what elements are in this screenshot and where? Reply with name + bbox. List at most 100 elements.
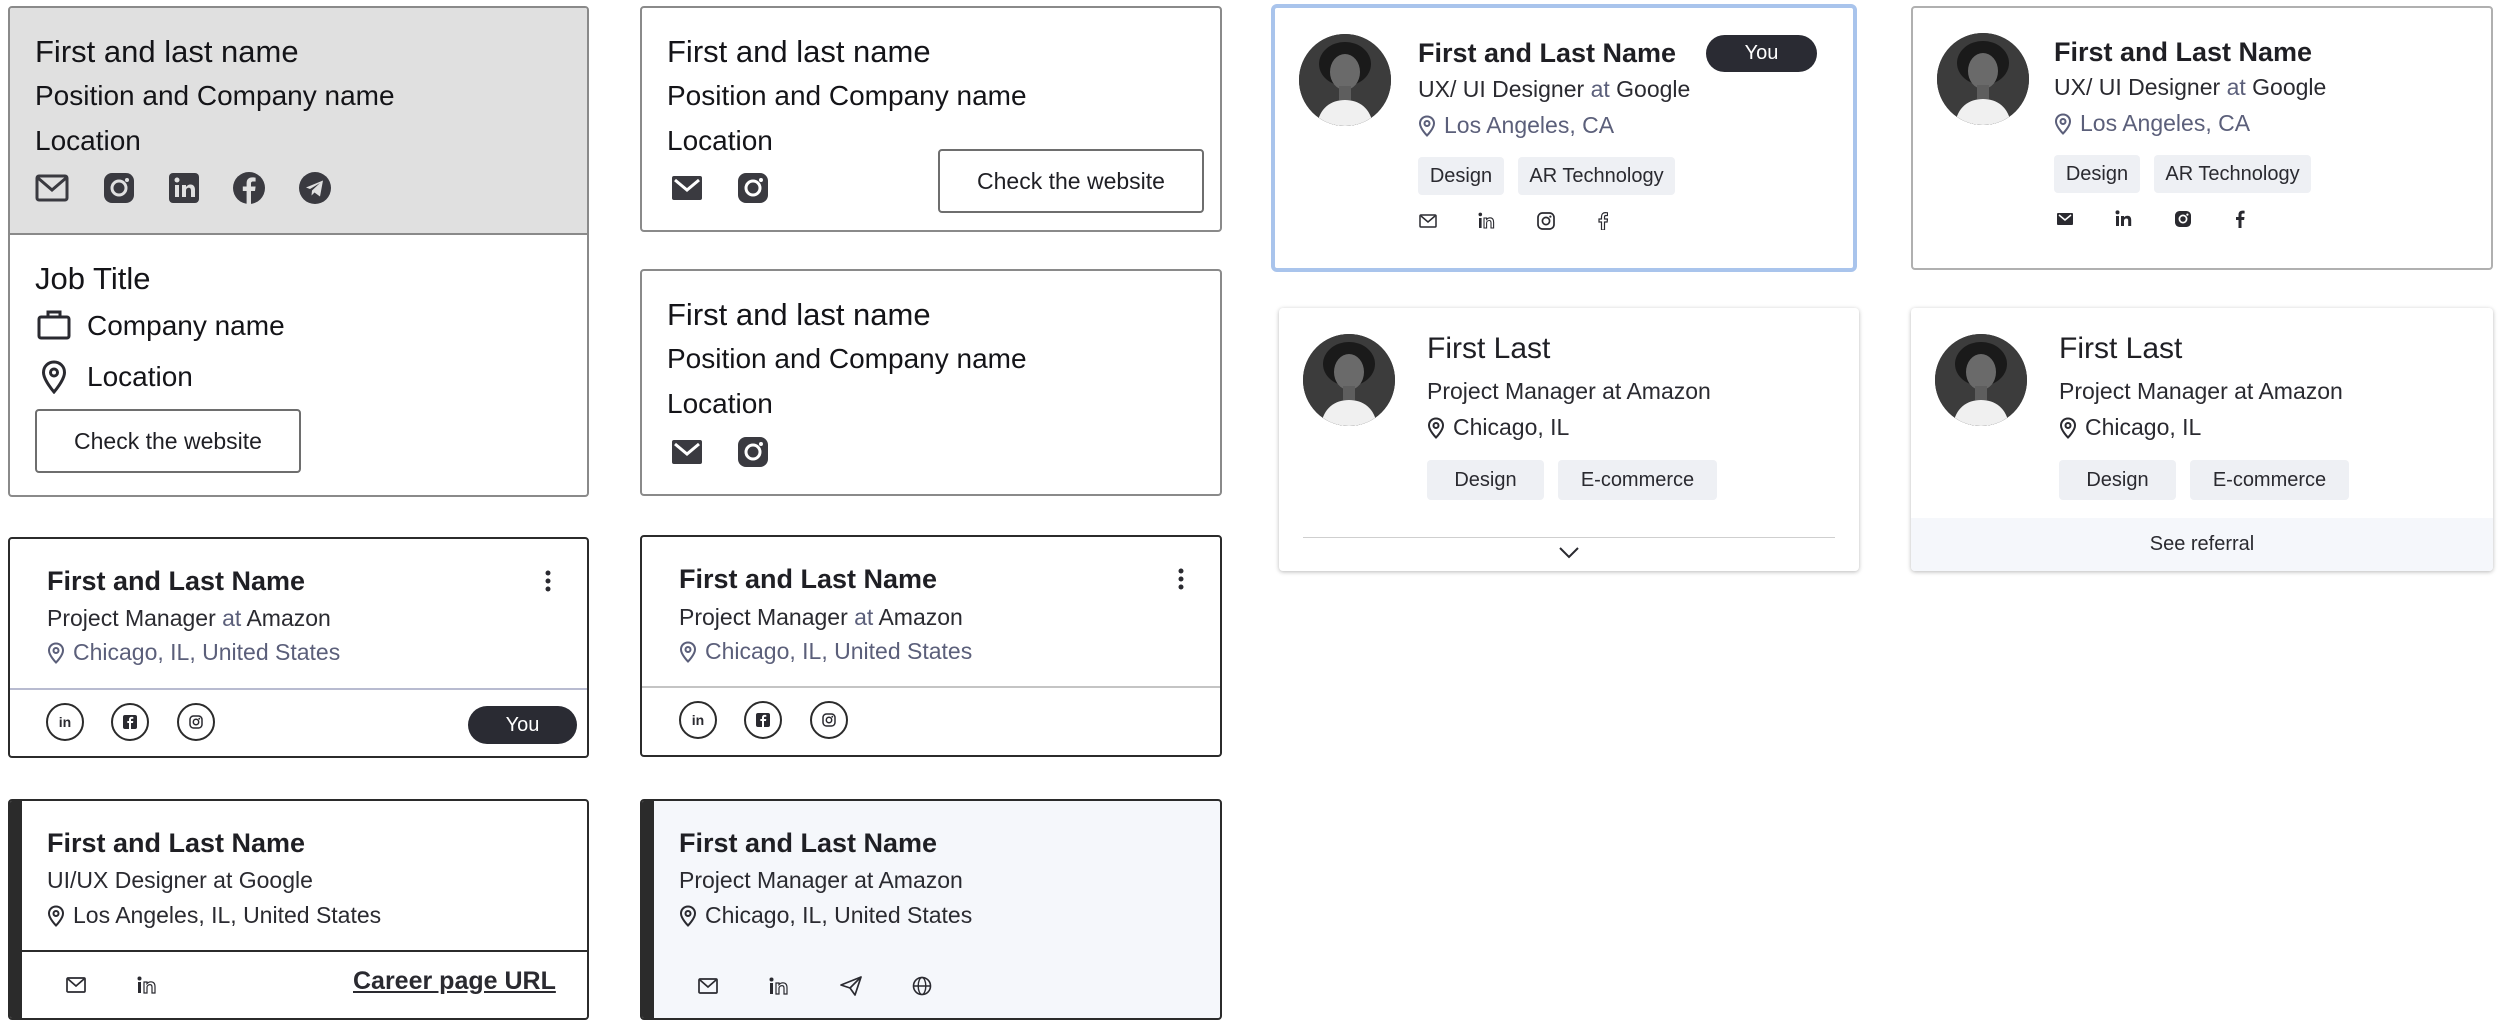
more-menu-icon[interactable] (544, 569, 552, 593)
send-icon[interactable] (840, 976, 862, 996)
divider (1303, 537, 1835, 538)
facebook-icon[interactable] (2235, 210, 2245, 228)
location-pin-icon (2054, 112, 2072, 135)
linkedin-icon[interactable]: in (679, 701, 717, 739)
tag-design: Design (1418, 157, 1504, 195)
company-name: Company name (87, 310, 285, 341)
contact-card-website: First and last name Position and Company… (640, 6, 1222, 232)
location-pin-icon (679, 904, 697, 927)
profile-card-referral[interactable]: First Last Project Manager at Amazon Chi… (1911, 308, 2493, 571)
contact-name: First and Last Name (47, 566, 306, 596)
instagram-icon[interactable] (736, 435, 770, 469)
tag-design: Design (2054, 155, 2140, 193)
instagram-icon[interactable] (102, 171, 136, 205)
location-row: Chicago, IL (1427, 414, 1569, 441)
location: Los Angeles, CA (1444, 112, 1615, 138)
profile-card[interactable]: First and Last Name UX/ UI Designer at G… (1911, 6, 2493, 270)
role: Project Manager (679, 604, 848, 630)
linkedin-icon[interactable] (2115, 210, 2133, 227)
contact-card-social-you: First and Last Name Project Manager at A… (8, 537, 589, 758)
avatar (1303, 334, 1395, 426)
location: Chicago, IL, United States (705, 902, 973, 928)
job-title: Job Title (35, 261, 151, 296)
more-menu-icon[interactable] (1177, 567, 1185, 591)
location-pin-icon (1418, 114, 1436, 137)
mail-icon[interactable] (2056, 212, 2074, 226)
mail-icon[interactable] (698, 978, 718, 994)
chevron-down-icon[interactable] (1558, 546, 1580, 560)
location-pin-icon (47, 904, 65, 927)
location-pin-icon (2059, 416, 2077, 439)
instagram-icon[interactable] (1537, 212, 1555, 230)
tag-ar-technology: AR Technology (2154, 155, 2311, 193)
instagram-icon[interactable] (810, 701, 848, 739)
accent-bar (10, 801, 22, 1018)
see-referral-button[interactable]: See referral (1911, 518, 2493, 571)
tag-e-commerce: E-commerce (1558, 460, 1717, 500)
avatar (1299, 34, 1391, 126)
role-company: Project Manager at Amazon (679, 867, 963, 893)
divider (22, 950, 587, 952)
linkedin-icon[interactable] (769, 977, 789, 995)
telegram-icon[interactable] (298, 171, 332, 205)
location: Chicago, IL, United States (73, 639, 341, 665)
check-website-button[interactable]: Check the website (35, 409, 301, 473)
facebook-icon[interactable] (111, 703, 149, 741)
linkedin-icon[interactable] (167, 171, 201, 205)
linkedin-icon[interactable] (137, 976, 157, 994)
career-page-link[interactable]: Career page URL (353, 967, 556, 996)
role-company: Project Manager at Amazon (47, 605, 331, 632)
contact-name: First and Last Name (1418, 38, 1677, 68)
location: Chicago, IL (2085, 414, 2202, 440)
avatar (1937, 33, 2029, 125)
tag-e-commerce: E-commerce (2190, 460, 2349, 500)
profile-card-selected[interactable]: First and Last Name You UX/ UI Designer … (1271, 4, 1857, 272)
location: Location (87, 361, 193, 392)
globe-icon[interactable] (912, 976, 932, 996)
location-pin-icon (47, 641, 65, 664)
profile-card-expandable[interactable]: First Last Project Manager at Amazon Chi… (1279, 308, 1859, 571)
instagram-icon[interactable] (2174, 210, 2192, 228)
company: Amazon (246, 605, 331, 631)
briefcase-icon (37, 308, 71, 340)
divider (10, 688, 587, 690)
divider (642, 686, 1220, 688)
instagram-icon[interactable] (177, 703, 215, 741)
role: Project Manager (47, 605, 216, 631)
facebook-icon[interactable] (1598, 212, 1608, 230)
instagram-icon[interactable] (736, 171, 770, 205)
role: UX/ UI Designer (2054, 74, 2221, 100)
contact-name: First and Last Name (679, 828, 938, 858)
contact-card-detailed: First and last name Position and Company… (8, 6, 589, 497)
location-row: Chicago, IL, United States (679, 638, 972, 665)
contact-name: First and Last Name (47, 828, 306, 858)
mail-icon[interactable] (670, 436, 704, 468)
at-text: at (2226, 74, 2246, 100)
facebook-icon[interactable] (232, 171, 266, 205)
check-website-button[interactable]: Check the website (938, 149, 1204, 213)
role-company: UX/ UI Designer at Google (1418, 76, 1690, 103)
location-row: Chicago, IL, United States (47, 639, 340, 666)
contact-name: First Last (1427, 332, 1551, 365)
mail-icon[interactable] (35, 172, 69, 204)
contact-name: First and Last Name (679, 564, 938, 594)
you-badge: You (1706, 35, 1817, 72)
location: Location (667, 125, 773, 156)
role-company: UI/UX Designer at Google (47, 867, 313, 893)
mail-icon[interactable] (66, 977, 86, 993)
linkedin-icon[interactable] (1478, 212, 1496, 229)
facebook-icon[interactable] (744, 701, 782, 739)
linkedin-icon[interactable]: in (46, 703, 84, 741)
at-text: at (854, 604, 874, 630)
location-pin-icon (41, 360, 67, 394)
mail-icon[interactable] (670, 172, 704, 204)
contact-card-accent-tinted: First and Last Name Project Manager at A… (640, 799, 1222, 1020)
contact-name: First and Last Name (2054, 37, 2313, 67)
company: Amazon (878, 604, 963, 630)
location-row: Chicago, IL, United States (679, 902, 972, 929)
location: Los Angeles, CA (2080, 110, 2251, 136)
mail-icon[interactable] (1419, 214, 1437, 228)
location: Location (667, 388, 773, 419)
position-company: Position and Company name (35, 80, 395, 111)
accent-bar (642, 801, 654, 1018)
